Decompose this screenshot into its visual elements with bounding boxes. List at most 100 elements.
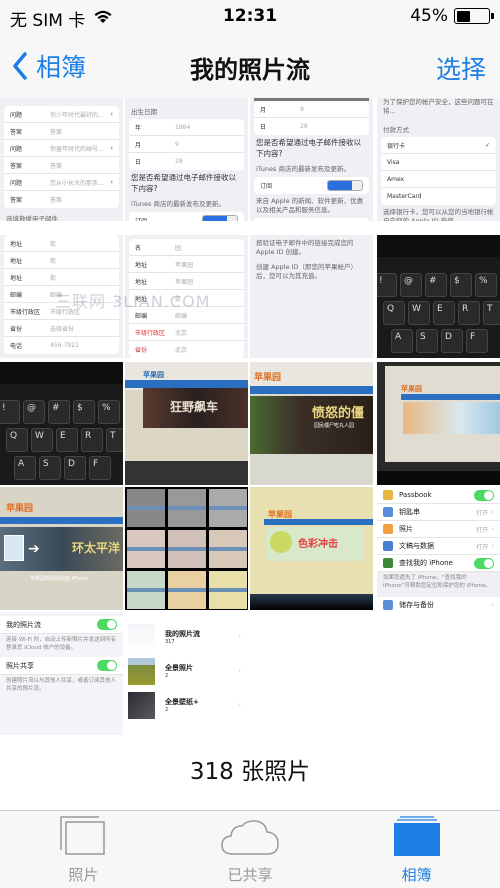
form-value: 北京 xyxy=(175,329,188,337)
form-card: 月 9 日 28 xyxy=(254,101,369,135)
select-button[interactable]: 选择 xyxy=(436,50,486,86)
monitor-bezel xyxy=(250,594,373,610)
albums-icon xyxy=(393,816,440,860)
form-row: 问题 你少年时代最好的... › xyxy=(4,106,119,123)
subscribe-switch xyxy=(202,215,238,221)
filter-preview xyxy=(127,571,165,609)
form-value: 园 xyxy=(175,244,182,252)
monitor-bezel xyxy=(377,471,500,485)
toggle-switch xyxy=(97,619,117,630)
photo-thumbnail[interactable]: Passbook 钥匙串 打开 › 照片 打开 › 文稿与数据 打开 › 查找我的 iPhone 如… xyxy=(377,487,500,610)
settings-value: 打开 xyxy=(476,526,489,534)
form-question: 您是否希望通过电子邮件接收以下内容? xyxy=(256,138,361,158)
form-row: 年 1984 xyxy=(129,119,244,136)
photo-thumbnail[interactable] xyxy=(125,487,248,610)
photo-thumbnail[interactable]: 苹果园 色彩冲击 xyxy=(250,487,373,610)
album-thumbnail xyxy=(128,657,155,685)
photo-thumbnail[interactable]: ! @ # $% Q W E R T A S D F xyxy=(377,235,500,358)
form-note: 按验证电子邮件中的链接完成您的 Apple ID 创建。 xyxy=(256,239,354,257)
filter-preview xyxy=(209,571,247,609)
photo-thumbnail[interactable]: 问题 你少年时代最好的... › 答案 答案 问题 你童年时代的绰号... › 答案 答案 问题 您从… xyxy=(0,98,123,221)
form-question: 您是否希望通过电子邮件接收以下内容? xyxy=(131,173,236,193)
photo-thumbnail[interactable]: 苹果园 愤怒的僵 园民僵尸吃丸人园 xyxy=(250,362,373,485)
photo-thumbnail[interactable]: 我的照片流 317 › 全景照片 2 › 全景壁纸+ 2 › xyxy=(125,612,248,735)
keyboard-key: S xyxy=(39,456,61,480)
form-card: 年 1984 月 9 日 28 xyxy=(129,119,244,170)
tab-shared[interactable]: 已共享 xyxy=(167,811,334,888)
chevron-right-icon: › xyxy=(491,508,494,516)
subscribe-row: 订阅 xyxy=(254,218,369,221)
storage-icon xyxy=(383,600,393,610)
settings-label: 查找我的 iPhone xyxy=(399,559,453,567)
keyboard-key: W xyxy=(408,301,430,325)
form-value: 北京 xyxy=(175,347,188,354)
settings-row: 照片 打开 › xyxy=(377,521,500,538)
webpage-banner xyxy=(403,402,500,434)
filter-preview xyxy=(209,530,247,568)
form-heading: 出生日期 xyxy=(131,108,157,116)
photo-thumbnail[interactable]: 苹果园 ➔ 环太平洋 苹果园的网站封面 iPhone xyxy=(0,487,123,610)
keyboard-key: F xyxy=(89,456,111,480)
form-value: 街 xyxy=(50,240,57,248)
cloud-icon xyxy=(221,820,279,860)
app-icon xyxy=(383,524,393,534)
form-key: 地址 xyxy=(10,240,23,248)
photo-thumbnail[interactable]: 苹果园 xyxy=(377,362,500,485)
toggle-switch xyxy=(474,489,494,501)
photo-thumbnail[interactable]: 出生日期 年 1984 月 9 日 28 您是否希望通过电子邮件接收以下内容? iTune… xyxy=(125,98,248,221)
keyboard-key: ! xyxy=(0,400,20,424)
form-row: 省份 选择省份 xyxy=(4,320,119,337)
album-row: 全景照片 2 › xyxy=(128,656,245,686)
form-row: 电话 456-7921 xyxy=(4,337,119,354)
form-value: 答案 xyxy=(50,162,63,170)
settings-label: 照片共享 xyxy=(6,661,34,670)
keyboard-key: $ xyxy=(450,273,472,297)
photo-thumbnail[interactable]: 月 9 日 28 您是否希望通过电子邮件接收以下内容? iTunes 商店的最新发布及… xyxy=(250,98,373,221)
keyboard-key: % xyxy=(475,273,497,297)
form-value: 1984 xyxy=(175,123,191,131)
photos-icon xyxy=(60,816,106,860)
photo-thumbnail[interactable]: ! @ # $% Q W E R T A S D F xyxy=(0,362,123,485)
form-note: 创建 Apple ID（即您的苹果帐户）后，您可以为其充值。 xyxy=(256,263,358,281)
tab-bar: 照片 已共享 相簿 xyxy=(0,810,500,888)
form-key: 年 xyxy=(135,124,142,132)
photo-thumbnail[interactable]: 按验证电子邮件中的链接完成您的 Apple ID 创建。 创建 Apple ID… xyxy=(250,235,373,358)
battery-percent: 45% xyxy=(410,6,448,26)
form-key: 答案 xyxy=(10,197,23,204)
settings-row: 储存与备份 › xyxy=(377,597,500,610)
status-bar: 无 SIM 卡 12:31 45% xyxy=(0,0,500,34)
album-name: 我的照片流 xyxy=(165,630,200,638)
monitor-bezel xyxy=(125,461,248,485)
form-value: 苹果园 xyxy=(175,278,194,286)
album-row: 我的照片流 317 › xyxy=(128,622,245,652)
form-row: 答案 答案 xyxy=(4,123,119,140)
settings-row: 钥匙串 打开 › xyxy=(377,504,500,521)
keyboard-key: @ xyxy=(23,400,45,424)
battery-icon xyxy=(454,8,494,24)
chevron-right-icon: › xyxy=(238,667,241,675)
settings-note: 创建照片流以与其他人共享，或者订阅其他人共享的照片流。 xyxy=(6,678,117,693)
form-value: 你少年时代最好的... xyxy=(50,111,104,119)
watermark: 三联网 3LIAN.COM xyxy=(55,292,211,311)
tab-albums[interactable]: 相簿 xyxy=(333,811,500,888)
photo-grid: 问题 你少年时代最好的... › 答案 答案 问题 你童年时代的绰号... › 答案 答案 问题 您从… xyxy=(0,98,500,738)
form-heading: 选填救援电子邮件 xyxy=(6,215,58,221)
keyboard-key: T xyxy=(483,301,500,325)
banner-title: 色彩冲击 xyxy=(298,539,338,550)
tab-photos[interactable]: 照片 xyxy=(0,811,167,888)
form-note: iTunes 商店的最新发布及更新。 xyxy=(256,165,350,173)
page-title: 我的照片流 xyxy=(190,56,310,84)
site-logo: 苹果园 xyxy=(6,504,34,514)
form-row: 地址 街 xyxy=(4,269,119,286)
photo-thumbnail[interactable]: 苹果园 狂野飙车 xyxy=(125,362,248,485)
form-row: 月9 xyxy=(254,101,369,118)
photo-thumbnail[interactable]: 我的照片流 连接 Wi-Fi 时，自动上传新照片并发送到所有登录您 iCloud… xyxy=(0,612,123,735)
settings-row: 文稿与数据 打开 › xyxy=(377,538,500,555)
subscribe-row: 订阅 xyxy=(129,212,244,221)
chevron-right-icon: › xyxy=(110,144,113,152)
filter-preview xyxy=(168,530,206,568)
toggle-switch xyxy=(97,660,117,672)
chevron-right-icon: › xyxy=(110,178,113,186)
photo-thumbnail[interactable]: 为了保护您的帐户安全，这些问题可在将... 付款方式 银行卡 ✓ Visa Amex M… xyxy=(377,98,500,221)
form-value: 街 xyxy=(50,257,57,265)
